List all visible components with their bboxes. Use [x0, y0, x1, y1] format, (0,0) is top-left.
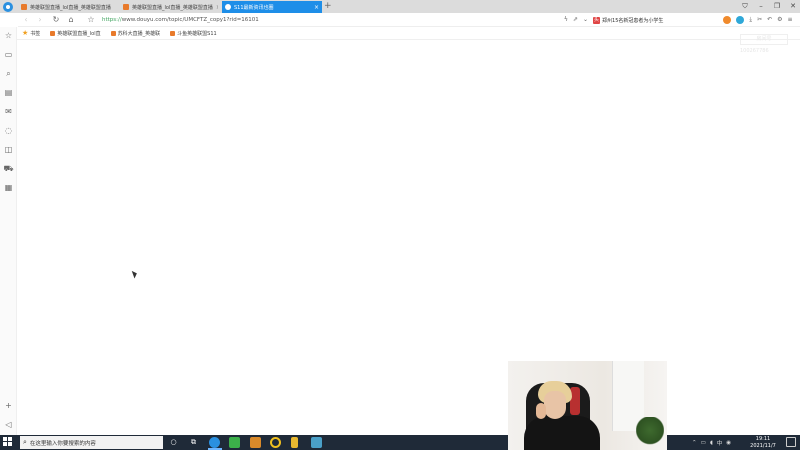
webcam-person-face	[544, 391, 566, 419]
minimize-button[interactable]: –	[754, 0, 768, 12]
chat-icon[interactable]: ◌	[3, 125, 14, 136]
loading-favicon-icon	[225, 4, 231, 10]
tab-title: 英雄联盟直播_lol直播_英雄联盟直播	[30, 4, 111, 11]
search-icon: ⌕	[23, 438, 27, 446]
menu-icon[interactable]: ≡	[788, 13, 793, 27]
back-button[interactable]: ‹	[20, 13, 32, 27]
news-badge-icon: 头	[593, 16, 601, 24]
chevron-down-icon[interactable]: ⌄	[583, 13, 588, 27]
task-view-icon[interactable]: ⧉	[188, 437, 199, 448]
undo-icon[interactable]: ↶	[767, 13, 772, 27]
collapse-sidebar-icon[interactable]: ◁	[3, 419, 14, 430]
windows-start-button[interactable]	[3, 437, 14, 448]
star-favorites-icon[interactable]: ☆	[3, 30, 14, 41]
toolbar-right: ϟ ⇗ ⌄ 头 郑州15名新冠患者为小学生 ⤓ ✂ ↶ ⚙ ≡	[564, 13, 793, 27]
tab-lol-live-2[interactable]: 英雄联盟直播_lol直播_英雄联盟直播 ×	[120, 1, 218, 13]
box-icon[interactable]: ◫	[3, 144, 14, 155]
maximize-button[interactable]: ❐	[770, 0, 784, 12]
bookmark-label: 斗鱼英雄联盟S11	[177, 30, 217, 37]
watermark-value: 100267786	[740, 48, 769, 54]
mail-icon[interactable]: ✉	[3, 106, 14, 117]
search-placeholder: 在这里输入你要搜索的内容	[29, 440, 96, 447]
bookmark-star-icon: ★	[22, 29, 29, 37]
tab-lol-live-1[interactable]: 英雄联盟直播_lol直播_英雄联盟直播 ×	[18, 1, 114, 13]
streamer-webcam	[508, 361, 667, 450]
forward-button[interactable]: ›	[34, 13, 46, 27]
notification-center-icon[interactable]	[786, 437, 796, 447]
news-headline[interactable]: 头 郑州15名新冠患者为小学生	[593, 16, 664, 24]
reload-button[interactable]: ↻	[50, 13, 62, 27]
close-tab-icon[interactable]: ×	[314, 4, 319, 11]
clock-date: 2021/11/7	[750, 442, 776, 449]
browser-sidebar: ☆ ▭ ⌕ ▤ ✉ ◌ ◫ ⛟ ▦ + ◁	[0, 27, 17, 435]
close-window-button[interactable]: ✕	[786, 0, 800, 12]
chevron-up-icon[interactable]: ⌃	[692, 440, 697, 446]
webcam-person-hand	[536, 403, 546, 419]
tab-s11-active[interactable]: S11最新资讯也圈 ×	[222, 1, 322, 13]
url-rest: www.douyu.com/topic/UMCFTZ_copy1?rid=161…	[121, 17, 259, 23]
address-bar[interactable]: https://www.douyu.com/topic/UMCFTZ_copy1…	[102, 15, 259, 25]
bookmark-item[interactable]: 英雄联盟直播_lol直	[50, 30, 101, 37]
tab-title: 英雄联盟直播_lol直播_英雄联盟直播	[132, 4, 213, 11]
app-tray-icon[interactable]: ◉	[726, 440, 731, 446]
douyu-favicon-icon	[50, 30, 56, 36]
bookmark-item[interactable]: 苏科大直播_英雄联	[110, 30, 161, 37]
network-icon[interactable]: ▭	[701, 440, 706, 446]
douyu-favicon-icon	[123, 4, 129, 10]
windows-taskbar: ⌕ 在这里输入你要搜索的内容 ○ ⧉ ⌃ ▭ ◖ 中 ◉ 19:11 2021/…	[0, 435, 800, 450]
app-ring-icon[interactable]	[270, 437, 281, 448]
douyu-favicon-icon	[21, 4, 27, 10]
webcam-chair-accent	[570, 387, 580, 415]
douyu-favicon-icon	[110, 30, 116, 36]
volume-icon[interactable]: ◖	[710, 440, 713, 446]
add-icon[interactable]: +	[3, 400, 14, 411]
news-text: 郑州15名新冠患者为小学生	[602, 17, 664, 24]
bookmarks-label: 书签	[30, 30, 41, 37]
cortana-icon[interactable]: ○	[168, 437, 179, 448]
calendar-icon[interactable]: ▤	[3, 87, 14, 98]
app-orange-icon[interactable]	[250, 437, 261, 448]
settings-icon[interactable]: ⚙	[777, 13, 782, 27]
browser-taskbar-icon[interactable]	[209, 437, 220, 448]
screenshot-icon[interactable]: ✂	[757, 13, 762, 27]
share-icon[interactable]: ⇗	[573, 13, 578, 27]
new-tab-button[interactable]: +	[324, 0, 332, 12]
navigation-bar: ‹ › ↻ ⌂ ☆ https://www.douyu.com/topic/UM…	[18, 13, 800, 27]
ime-indicator[interactable]: 中	[717, 439, 723, 447]
tab-title: S11最新资讯也圈	[234, 4, 274, 11]
watermark-label: 房间号	[740, 34, 788, 45]
extension-game-icon[interactable]	[723, 16, 732, 24]
favorite-star-icon[interactable]: ☆	[85, 13, 97, 27]
search-icon[interactable]: ⌕	[3, 68, 14, 79]
bookmark-bar: ★ 书签 英雄联盟直播_lol直 苏科大直播_英雄联 斗鱼英雄联盟S11	[18, 27, 800, 39]
close-tab-icon[interactable]: ×	[216, 4, 218, 11]
bookmark-item[interactable]: 斗鱼英雄联盟S11	[170, 30, 217, 37]
app-tool-icon[interactable]	[311, 437, 322, 448]
home-button[interactable]: ⌂	[65, 13, 77, 27]
douyu-favicon-icon	[170, 30, 176, 36]
taskbar-clock[interactable]: 19:11 2021/11/7	[748, 436, 778, 449]
download-icon[interactable]: ⤓	[749, 13, 752, 27]
lightning-icon[interactable]: ϟ	[564, 13, 568, 27]
webcam-plant	[636, 417, 664, 450]
webcam-person-body	[524, 416, 600, 450]
url-scheme: https://	[102, 17, 122, 23]
extension-cloud-icon[interactable]	[736, 16, 745, 24]
notes-icon[interactable]: ▦	[3, 182, 14, 193]
taskbar-search-box[interactable]: ⌕ 在这里输入你要搜索的内容	[20, 436, 163, 449]
system-tray: ⌃ ▭ ◖ 中 ◉	[692, 435, 731, 450]
browser-logo-icon[interactable]	[3, 2, 13, 12]
app-file-icon[interactable]	[291, 437, 298, 448]
shirt-skin-icon[interactable]: ⛉	[738, 0, 752, 12]
bookmark-label: 苏科大直播_英雄联	[117, 30, 161, 37]
bookmarks-root[interactable]: ★ 书签	[22, 29, 40, 37]
reading-list-icon[interactable]: ▭	[3, 49, 14, 60]
bookmark-label: 英雄联盟直播_lol直	[57, 30, 101, 37]
page-content	[18, 40, 800, 435]
tab-strip: 英雄联盟直播_lol直播_英雄联盟直播 × 英雄联盟直播_lol直播_英雄联盟直…	[0, 0, 800, 13]
wechat-icon[interactable]	[229, 437, 240, 448]
cart-icon[interactable]: ⛟	[3, 163, 14, 174]
room-watermark: 房间号 100267786	[740, 34, 788, 55]
